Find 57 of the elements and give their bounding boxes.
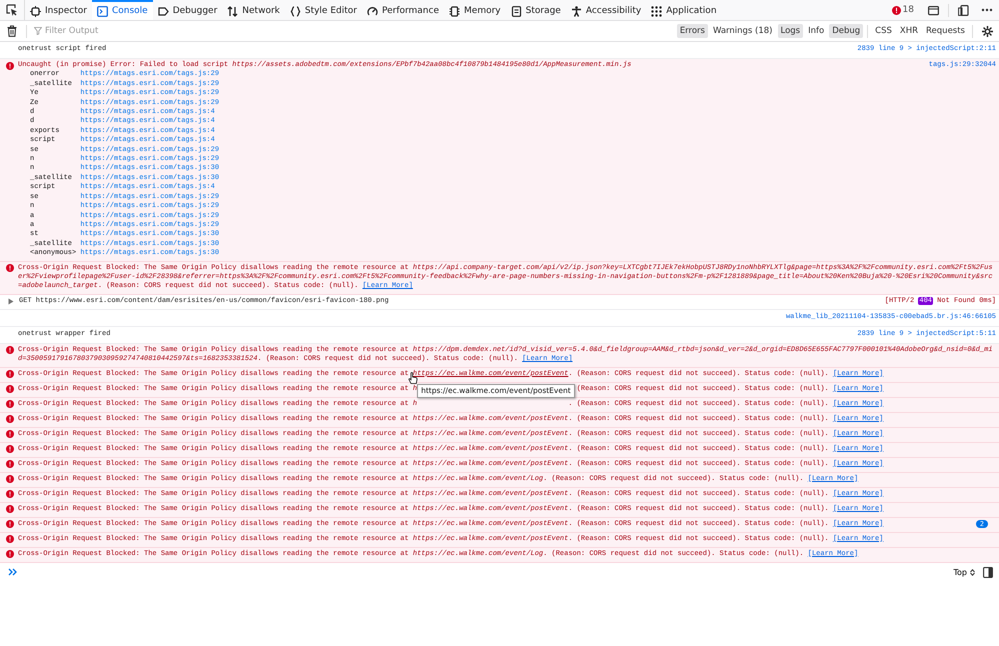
error-count-badge[interactable]: 18 (892, 5, 914, 15)
error-icon (6, 445, 14, 454)
devtools-tab[interactable]: Network (222, 0, 285, 20)
error-icon (6, 430, 14, 438)
error-icon (6, 385, 14, 394)
devtools-tab[interactable]: Performance (362, 0, 444, 20)
error-icon (6, 490, 14, 498)
devtools-tab[interactable]: Storage (506, 0, 566, 20)
filter-toggle[interactable]: Errors (676, 24, 708, 38)
terminal-icon (96, 6, 108, 16)
devtools-tab[interactable]: Accessibility (566, 0, 646, 20)
error-icon (6, 520, 14, 528)
filter-toggle[interactable]: CSS (872, 24, 895, 38)
filter-toggle[interactable]: Logs (778, 24, 804, 38)
box-icon (30, 6, 41, 16)
funnel-icon (34, 27, 42, 35)
settings-icon[interactable] (982, 26, 993, 36)
tag-icon (158, 6, 169, 16)
expand-arrow-icon[interactable] (8, 298, 14, 305)
error-icon (6, 550, 14, 558)
sidebar-toggle-icon[interactable] (983, 566, 993, 578)
error-icon (6, 460, 14, 468)
prompt-chevron-icon (8, 568, 18, 576)
error-icon (6, 346, 14, 354)
person-icon (570, 6, 582, 16)
context-selector[interactable]: Top (954, 568, 975, 577)
devtools-tab[interactable]: Memory (444, 0, 506, 20)
filter-field[interactable]: Filter Output (45, 26, 245, 36)
devtools-tab[interactable]: Inspector (25, 0, 92, 20)
filter-toggle[interactable]: Info (805, 24, 828, 38)
error-icon (6, 505, 14, 514)
error-icon (6, 475, 14, 484)
caret-icon (970, 568, 975, 576)
gauge-icon (366, 6, 378, 16)
storage-icon (510, 6, 522, 16)
arrows-icon (227, 6, 238, 16)
trash-icon[interactable] (7, 25, 17, 37)
error-icon (6, 415, 14, 424)
chip-icon (449, 6, 460, 16)
error-icon (6, 370, 14, 378)
error-icon (6, 264, 14, 272)
error-icon (6, 535, 14, 544)
more-icon[interactable] (981, 8, 993, 12)
error-icon (6, 62, 14, 70)
filter-toggle[interactable]: Requests (923, 24, 968, 38)
grid-icon (651, 6, 662, 16)
window-icon[interactable] (958, 4, 969, 16)
filter-toggle[interactable]: Debug (829, 24, 864, 38)
devtools-tab[interactable]: Console (92, 0, 153, 20)
devtools-tab[interactable]: Debugger (152, 0, 222, 20)
devtools-tab[interactable]: Application (646, 0, 722, 20)
dock-icon[interactable] (928, 4, 939, 16)
devtools-tab[interactable]: Style Editor (284, 0, 362, 20)
filter-toggle[interactable]: Warnings (18) (710, 24, 776, 38)
filter-toggle[interactable]: XHR (896, 24, 922, 38)
braces-icon (290, 6, 301, 16)
error-icon (6, 400, 14, 408)
